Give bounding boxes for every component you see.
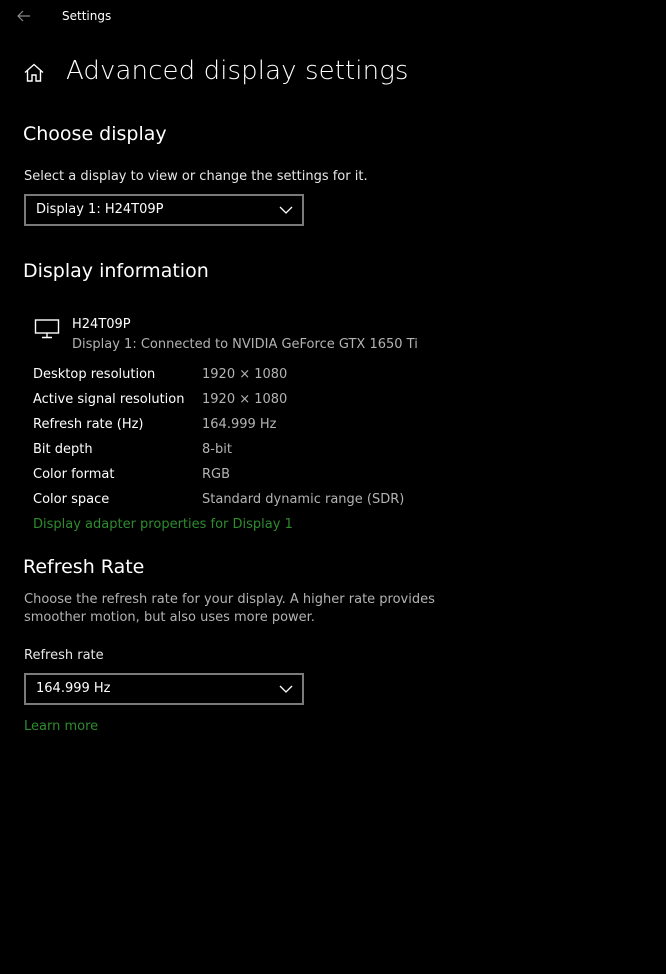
info-value: 8-bit (202, 442, 232, 457)
monitor-name: H24T09P (72, 317, 131, 332)
info-label: Color space (33, 492, 110, 507)
choose-display-description: Select a display to view or change the s… (24, 169, 368, 184)
choose-display-heading: Choose display (23, 123, 167, 145)
info-label: Color format (33, 467, 115, 482)
app-title: Settings (62, 9, 112, 23)
info-value: 164.999 Hz (202, 417, 277, 432)
display-adapter-properties-link[interactable]: Display adapter properties for Display 1 (33, 517, 293, 532)
title-bar: Settings (0, 0, 666, 32)
home-button[interactable] (22, 61, 46, 85)
display-select-value: Display 1: H24T09P (36, 202, 164, 217)
refresh-rate-field-label: Refresh rate (24, 648, 104, 663)
back-button[interactable] (14, 6, 34, 26)
learn-more-link[interactable]: Learn more (24, 719, 98, 734)
settings-window: Settings Advanced display settings Choos… (0, 0, 666, 974)
refresh-rate-description: Choose the refresh rate for your display… (24, 592, 435, 625)
info-value: RGB (202, 467, 231, 482)
chevron-down-icon (279, 685, 293, 693)
refresh-rate-value: 164.999 Hz (36, 681, 111, 696)
display-information-heading: Display information (23, 260, 209, 282)
refresh-rate-dropdown[interactable]: 164.999 Hz (24, 673, 304, 705)
monitor-icon (34, 319, 60, 339)
info-label: Desktop resolution (33, 367, 156, 382)
info-value: 1920 × 1080 (202, 392, 288, 407)
info-label: Refresh rate (Hz) (33, 417, 144, 432)
back-arrow-icon (17, 10, 30, 22)
page-title: Advanced display settings (66, 56, 409, 86)
info-label: Active signal resolution (33, 392, 185, 407)
display-select-dropdown[interactable]: Display 1: H24T09P (24, 194, 304, 226)
info-label: Bit depth (33, 442, 93, 457)
info-value: 1920 × 1080 (202, 367, 288, 382)
info-value: Standard dynamic range (SDR) (202, 492, 405, 507)
chevron-down-icon (279, 206, 293, 214)
monitor-connection: Display 1: Connected to NVIDIA GeForce G… (72, 337, 418, 352)
refresh-rate-heading: Refresh Rate (23, 556, 145, 578)
home-icon (24, 63, 44, 82)
